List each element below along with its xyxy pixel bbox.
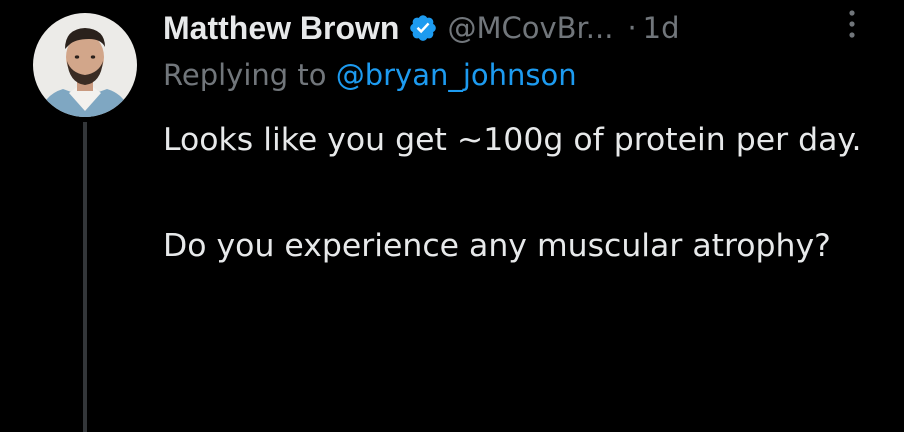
user-avatar-photo — [33, 13, 137, 117]
author-name[interactable]: Matthew Brown — [163, 10, 399, 47]
tweet-text: Looks like you get ~100g of protein per … — [163, 114, 883, 273]
verified-badge-icon[interactable] — [408, 13, 438, 43]
tweet-header: Matthew Brown @MCovBr... · 1d — [163, 6, 680, 50]
tweet-paragraph: Looks like you get ~100g of protein per … — [163, 122, 862, 158]
thread-line — [83, 122, 87, 432]
more-vertical-icon[interactable] — [836, 6, 868, 42]
tweet-paragraph: Do you experience any muscular atrophy? — [163, 228, 831, 264]
replying-to-label: Replying to — [163, 58, 327, 92]
replying-to-mention[interactable]: @bryan_johnson — [336, 58, 577, 92]
author-handle[interactable]: @MCovBr... — [447, 11, 613, 45]
timestamp[interactable]: 1d — [643, 11, 680, 45]
replying-to: Replying to @bryan_johnson — [163, 58, 577, 92]
tweet-card[interactable]: Matthew Brown @MCovBr... · 1d Replying t… — [0, 0, 904, 432]
header-separator: · — [627, 11, 637, 45]
avatar[interactable] — [33, 13, 137, 117]
